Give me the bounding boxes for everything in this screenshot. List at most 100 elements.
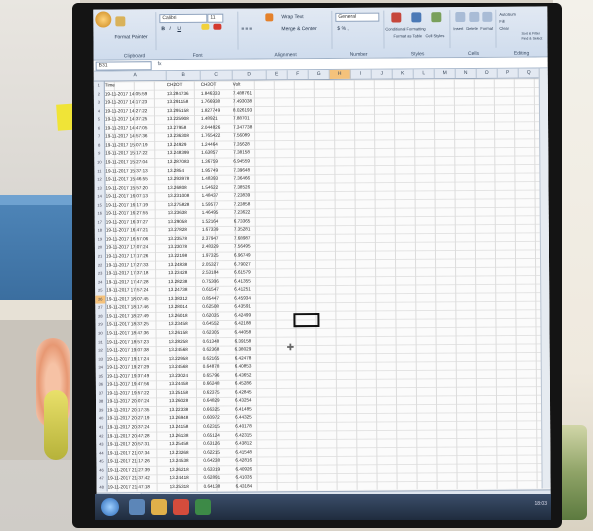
cell-time[interactable]: 19-11-2017 14:27:22 bbox=[105, 107, 165, 115]
cell-time[interactable]: 19-11-2017 14:57:36 bbox=[105, 132, 165, 140]
delete-cells-icon[interactable] bbox=[469, 11, 480, 22]
cell-b[interactable]: 2.53184 bbox=[202, 269, 232, 277]
cell-b[interactable]: 2.37947 bbox=[202, 235, 232, 243]
cell-time[interactable]: 19-11-2017 16:27:55 bbox=[106, 209, 166, 217]
row-number[interactable]: 25 bbox=[95, 287, 105, 296]
cell-time[interactable]: 19-11-2017 18:17:46 bbox=[106, 303, 166, 311]
row-number[interactable]: 13 bbox=[94, 184, 104, 193]
italic-button[interactable]: I bbox=[169, 26, 170, 32]
cell-c[interactable]: 7.68987 bbox=[234, 234, 266, 242]
row-number[interactable]: 7 bbox=[94, 133, 104, 142]
cell-c[interactable]: 6.40926 bbox=[235, 465, 267, 473]
cell-b[interactable]: 0.64552 bbox=[202, 320, 232, 328]
cell-time[interactable]: 19-11-2017 15:57:20 bbox=[105, 184, 165, 192]
row-number[interactable]: 2 bbox=[94, 90, 104, 99]
column-header-H[interactable]: H bbox=[329, 69, 351, 79]
cell-b[interactable]: 0.63319 bbox=[203, 465, 233, 473]
cell-b[interactable]: 0.64138 bbox=[204, 482, 234, 490]
column-header-A[interactable]: A bbox=[104, 71, 167, 81]
cell-a[interactable]: 13.24929 bbox=[167, 141, 197, 149]
cell-time[interactable]: 19-11-2017 15:37:13 bbox=[105, 167, 165, 175]
cell-a[interactable]: 13.26808 bbox=[167, 183, 197, 191]
cell-c[interactable]: 7.347738 bbox=[233, 123, 265, 131]
cell-a[interactable]: 13.23268 bbox=[169, 449, 199, 457]
cell-c[interactable]: 8.026193 bbox=[233, 106, 265, 114]
row-number[interactable]: 27 bbox=[95, 304, 105, 313]
fill-color-icon[interactable] bbox=[201, 23, 210, 30]
row-number[interactable]: 4 bbox=[94, 107, 104, 116]
cell-b[interactable]: 0.64829 bbox=[203, 397, 233, 405]
row-number[interactable]: 34 bbox=[96, 364, 106, 373]
column-header-M[interactable]: M bbox=[434, 69, 456, 79]
row-number[interactable]: 30 bbox=[96, 329, 106, 338]
cell-b[interactable]: 0.62368 bbox=[203, 346, 233, 354]
cell-b[interactable]: 1.24464 bbox=[201, 140, 231, 148]
selected-cell[interactable] bbox=[293, 313, 320, 328]
column-header-I[interactable]: I bbox=[350, 69, 372, 79]
cell-c[interactable]: 6.96749 bbox=[234, 251, 266, 259]
cell-a[interactable]: 13.293978 bbox=[167, 175, 197, 183]
column-header-D[interactable]: D bbox=[232, 70, 267, 80]
row-number[interactable]: 15 bbox=[95, 201, 105, 210]
cell-a[interactable]: 13.29058 bbox=[168, 218, 198, 226]
cell-time[interactable]: 19-11-2017 18:27:49 bbox=[106, 312, 166, 320]
insert-cells-icon[interactable] bbox=[455, 11, 466, 23]
row-number[interactable]: 6 bbox=[94, 124, 104, 133]
cell-c[interactable]: 7.38158 bbox=[233, 149, 265, 157]
cell-a[interactable]: 13.2854 bbox=[167, 166, 197, 174]
cell-a[interactable]: 13.22198 bbox=[168, 252, 198, 260]
cell-a[interactable]: 13.24538 bbox=[169, 457, 199, 465]
cell-a[interactable]: 13.27958 bbox=[167, 124, 197, 132]
cell-a[interactable]: 13.284736 bbox=[167, 89, 197, 97]
cell-b[interactable]: 0.60972 bbox=[203, 414, 233, 422]
cell-time[interactable]: 19-11-2017 14:17:23 bbox=[105, 98, 165, 106]
cell-time[interactable]: 19-11-2017 17:37:18 bbox=[106, 269, 166, 277]
format-cells-icon[interactable] bbox=[482, 11, 493, 22]
header-cell-c[interactable]: Volt bbox=[233, 80, 265, 88]
cell-c[interactable]: 6.73365 bbox=[234, 217, 266, 225]
cell-a[interactable]: 13.22958 bbox=[169, 354, 199, 362]
fx-icon[interactable]: fx bbox=[158, 61, 162, 67]
cell-c[interactable]: 6.44058 bbox=[234, 328, 266, 336]
format-button[interactable]: Format bbox=[480, 26, 493, 31]
cell-b[interactable]: 0.62165 bbox=[203, 354, 233, 362]
cell-b[interactable]: 1.765422 bbox=[201, 132, 231, 140]
cell-c[interactable]: 6.41355 bbox=[234, 277, 266, 285]
row-number[interactable]: 35 bbox=[96, 372, 106, 381]
conditional-formatting-icon[interactable] bbox=[391, 12, 402, 23]
cell-a[interactable]: 13.24738 bbox=[168, 286, 198, 294]
cell-c[interactable]: 7.56089 bbox=[233, 132, 265, 140]
cell-a[interactable]: 13.26028 bbox=[169, 397, 199, 405]
cell-b[interactable]: 0.75306 bbox=[202, 277, 232, 285]
cell-c[interactable]: 7.35281 bbox=[234, 226, 266, 234]
number-format-buttons[interactable]: $ % , bbox=[337, 26, 348, 32]
underline-button[interactable]: U bbox=[177, 26, 181, 32]
cell-b[interactable]: 1.48921 bbox=[201, 115, 231, 123]
cell-b[interactable]: 0.62508 bbox=[202, 303, 232, 311]
row-number[interactable]: 3 bbox=[94, 99, 104, 108]
row-number[interactable]: 23 bbox=[95, 270, 105, 279]
cell-b[interactable]: 1.36759 bbox=[201, 158, 231, 166]
cell-b[interactable]: 0.65124 bbox=[203, 431, 233, 439]
cell-a[interactable]: 13.27828 bbox=[168, 226, 198, 234]
row-number[interactable]: 29 bbox=[95, 321, 105, 330]
cell-c[interactable]: 7.488761 bbox=[233, 89, 265, 97]
cell-time[interactable]: 19-11-2017 19:17:24 bbox=[107, 355, 167, 363]
cell-time[interactable]: 19-11-2017 18:07:45 bbox=[106, 295, 166, 303]
cell-a[interactable]: 13.236308 bbox=[167, 132, 197, 140]
row-number[interactable]: 36 bbox=[96, 381, 106, 390]
cell-time[interactable]: 19-11-2017 17:27:33 bbox=[106, 261, 166, 269]
row-number[interactable]: 18 bbox=[95, 227, 105, 236]
format-as-table-icon[interactable] bbox=[411, 12, 422, 23]
cell-a[interactable]: 13.28258 bbox=[169, 337, 199, 345]
cell-time[interactable]: 19-11-2017 15:27:04 bbox=[105, 158, 165, 166]
cell-styles-button[interactable]: Cell Styles bbox=[425, 33, 444, 38]
row-number[interactable]: 16 bbox=[95, 210, 105, 219]
ie-icon[interactable] bbox=[129, 499, 145, 515]
cell-a[interactable]: 13.24458 bbox=[169, 380, 199, 388]
conditional-formatting-button[interactable]: Conditional Formatting bbox=[385, 26, 425, 31]
column-header-C[interactable]: C bbox=[200, 70, 233, 80]
font-size-box[interactable]: 11 bbox=[207, 13, 224, 23]
cell-a[interactable]: 13.28238 bbox=[168, 278, 198, 286]
cell-time[interactable]: 19-11-2017 20:47:28 bbox=[107, 432, 167, 440]
